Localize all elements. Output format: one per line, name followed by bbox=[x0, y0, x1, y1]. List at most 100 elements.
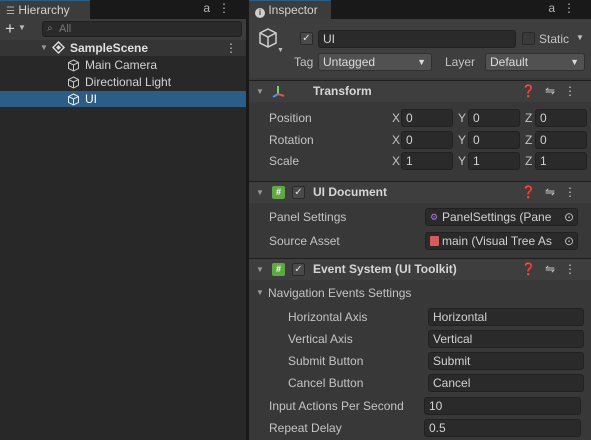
add-dropdown-icon[interactable]: ▼ bbox=[18, 23, 26, 32]
lock-icon[interactable]: a bbox=[203, 1, 218, 15]
icon-dropdown-icon[interactable]: ▼ bbox=[277, 47, 284, 54]
ui-document-body: Panel Settings ⚙ PanelSettings (Pane ⊙ S… bbox=[249, 204, 591, 254]
object-name-field[interactable]: UI bbox=[318, 30, 516, 48]
hierarchy-item-ui[interactable]: UI bbox=[0, 91, 246, 107]
vertical-axis-field[interactable]: Vertical bbox=[428, 330, 584, 348]
event-system-body: ▼ Navigation Events Settings Horizontal … bbox=[249, 281, 591, 440]
help-icon[interactable]: ❓ bbox=[521, 262, 545, 276]
gameobject-cube-icon bbox=[67, 59, 80, 72]
inspector-tabbar: i Inspector a⋮ bbox=[249, 0, 591, 19]
ui-document-title: UI Document bbox=[313, 185, 388, 199]
static-dropdown-icon[interactable]: ▼ bbox=[576, 33, 584, 42]
rotation-z-field[interactable]: 0 bbox=[535, 131, 587, 149]
add-button[interactable]: + bbox=[5, 19, 15, 38]
ui-document-enabled-checkbox[interactable]: ✓ bbox=[292, 186, 305, 199]
hierarchy-item-label: UI bbox=[85, 92, 97, 106]
tab-inspector[interactable]: i Inspector bbox=[249, 0, 331, 19]
panel-settings-asset-icon: ⚙ bbox=[430, 212, 439, 222]
event-system-enabled-checkbox[interactable]: ✓ bbox=[292, 263, 305, 276]
lock-icon[interactable]: a bbox=[548, 1, 563, 15]
position-x-field[interactable]: 0 bbox=[401, 109, 453, 127]
hierarchy-search-input[interactable]: ⌕ All bbox=[42, 21, 242, 37]
component-menu-icon[interactable]: ⋮ bbox=[564, 262, 585, 276]
tab-hierarchy-label: Hierarchy bbox=[18, 3, 70, 17]
ui-document-header[interactable]: ▼ # ✓ UI Document ❓⇋⋮ bbox=[249, 181, 591, 203]
tag-value: Untagged bbox=[323, 55, 376, 69]
tab-hierarchy[interactable]: ☰ Hierarchy bbox=[0, 0, 90, 19]
hierarchy-item-main-camera[interactable]: Main Camera bbox=[0, 57, 246, 73]
chevron-down-icon: ▼ bbox=[417, 57, 426, 67]
scene-row[interactable]: ▼ SampleScene ⋮ bbox=[0, 40, 246, 56]
gameobject-cube-icon bbox=[67, 76, 80, 89]
position-z-field[interactable]: 0 bbox=[535, 109, 587, 127]
vertical-axis-label: Vertical Axis bbox=[288, 332, 353, 346]
more-menu-icon[interactable]: ⋮ bbox=[563, 1, 583, 15]
tag-dropdown[interactable]: Untagged ▼ bbox=[318, 53, 432, 71]
help-icon[interactable]: ❓ bbox=[521, 185, 545, 199]
presets-icon[interactable]: ⇋ bbox=[545, 185, 564, 199]
component-menu-icon[interactable]: ⋮ bbox=[564, 84, 585, 98]
event-system-header[interactable]: ▼ # ✓ Event System (UI Toolkit) ❓⇋⋮ bbox=[249, 258, 591, 280]
rotation-y-field[interactable]: 0 bbox=[468, 131, 520, 149]
axis-x-label: X bbox=[392, 111, 401, 125]
search-placeholder: All bbox=[59, 23, 72, 35]
input-actions-per-second-field[interactable]: 10 bbox=[424, 397, 581, 415]
position-y-field[interactable]: 0 bbox=[468, 109, 520, 127]
script-hash-icon: # bbox=[272, 263, 285, 276]
collapse-arrow-icon[interactable]: ▼ bbox=[256, 188, 264, 197]
tag-label: Tag bbox=[294, 55, 314, 69]
rotation-label: Rotation bbox=[269, 133, 314, 147]
object-picker-icon[interactable]: ⊙ bbox=[564, 233, 574, 249]
transform-axes-icon bbox=[271, 84, 287, 100]
source-asset-label: Source Asset bbox=[269, 234, 340, 248]
scale-z-field[interactable]: 1 bbox=[535, 152, 587, 170]
collapse-arrow-icon[interactable]: ▼ bbox=[256, 265, 264, 274]
more-menu-icon[interactable]: ⋮ bbox=[218, 1, 238, 15]
component-header-icons: ❓⇋⋮ bbox=[521, 262, 585, 276]
component-menu-icon[interactable]: ⋮ bbox=[564, 185, 585, 199]
source-asset-value: main (Visual Tree As bbox=[442, 234, 552, 248]
chevron-down-icon: ▼ bbox=[570, 57, 579, 67]
transform-header[interactable]: ▼ Transform ❓⇋⋮ bbox=[249, 80, 591, 102]
hierarchy-tab-options[interactable]: a⋮ bbox=[203, 1, 238, 15]
axis-y-label: Y bbox=[458, 154, 467, 168]
horizontal-axis-label: Horizontal Axis bbox=[288, 310, 368, 324]
collapse-arrow-icon[interactable]: ▼ bbox=[256, 87, 264, 96]
hierarchy-item-label: Main Camera bbox=[85, 58, 158, 72]
presets-icon[interactable]: ⇋ bbox=[545, 84, 564, 98]
scale-x-field[interactable]: 1 bbox=[401, 152, 453, 170]
inspector-tab-options[interactable]: a⋮ bbox=[548, 1, 583, 15]
axis-x-label: X bbox=[392, 154, 401, 168]
position-label: Position bbox=[269, 111, 312, 125]
scene-menu-icon[interactable]: ⋮ bbox=[225, 40, 237, 56]
transform-title: Transform bbox=[313, 84, 372, 98]
layer-label: Layer bbox=[445, 55, 476, 69]
layer-dropdown[interactable]: Default ▼ bbox=[485, 53, 585, 71]
repeat-delay-field[interactable]: 0.5 bbox=[424, 419, 581, 437]
hierarchy-item-directional-light[interactable]: Directional Light bbox=[0, 74, 246, 90]
rotation-x-field[interactable]: 0 bbox=[401, 131, 453, 149]
cancel-button-label: Cancel Button bbox=[288, 376, 364, 390]
axis-x-label: X bbox=[392, 133, 401, 147]
cancel-button-field[interactable]: Cancel bbox=[428, 374, 584, 392]
repeat-delay-label: Repeat Delay bbox=[269, 421, 342, 435]
presets-icon[interactable]: ⇋ bbox=[545, 262, 564, 276]
scale-label: Scale bbox=[269, 154, 300, 168]
gameobject-cube-icon bbox=[67, 93, 80, 106]
axis-y-label: Y bbox=[458, 111, 467, 125]
scale-y-field[interactable]: 1 bbox=[468, 152, 520, 170]
help-icon[interactable]: ❓ bbox=[521, 84, 545, 98]
horizontal-axis-field[interactable]: Horizontal bbox=[428, 308, 584, 326]
static-checkbox[interactable] bbox=[522, 32, 535, 45]
unity-scene-icon bbox=[52, 41, 65, 54]
collapse-arrow-icon[interactable]: ▼ bbox=[40, 43, 48, 52]
source-asset-field[interactable]: main (Visual Tree As ⊙ bbox=[425, 232, 578, 250]
active-checkbox[interactable]: ✓ bbox=[300, 32, 313, 45]
submit-button-field[interactable]: Submit bbox=[428, 352, 584, 370]
object-picker-icon[interactable]: ⊙ bbox=[564, 209, 574, 225]
hierarchy-tabbar: ☰ Hierarchy a⋮ bbox=[0, 0, 246, 19]
submit-button-label: Submit Button bbox=[288, 354, 364, 368]
panel-settings-field[interactable]: ⚙ PanelSettings (Pane ⊙ bbox=[425, 208, 578, 226]
panel-settings-label: Panel Settings bbox=[269, 210, 347, 224]
navigation-events-foldout[interactable]: ▼ Navigation Events Settings bbox=[249, 285, 591, 303]
